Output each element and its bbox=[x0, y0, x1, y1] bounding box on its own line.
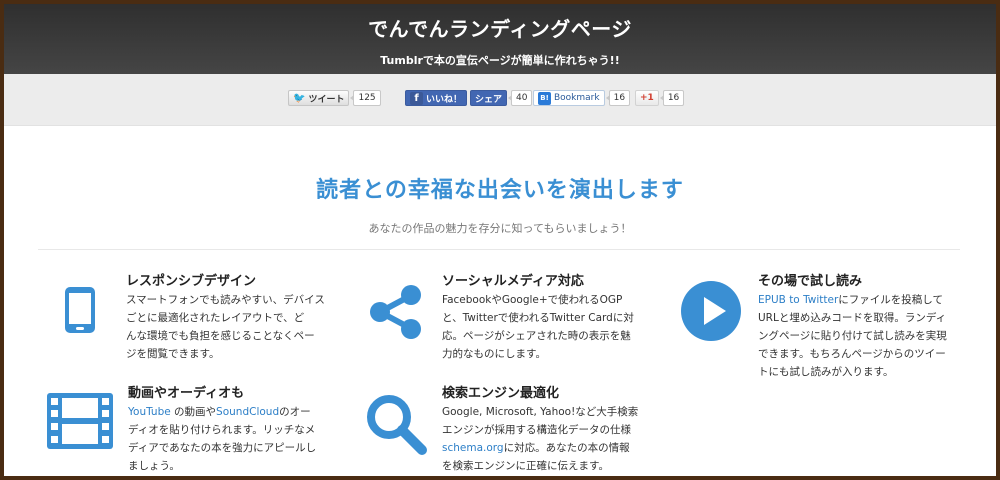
facebook-like-button[interactable]: f いいね！ bbox=[405, 90, 468, 106]
page-subtitle: Tumblrで本の宣伝ページが簡単に作れちゃう!! bbox=[380, 54, 620, 67]
gplus-widget: +1 16 bbox=[635, 90, 685, 106]
facebook-count: 40 bbox=[507, 90, 533, 106]
feature-description: EPUB to Twitterにファイルを投稿して URLと埋め込みコードを取得… bbox=[758, 294, 947, 378]
feature-title: ソーシャルメディア対応 bbox=[442, 274, 584, 289]
play-icon bbox=[681, 281, 741, 341]
gplus-count: 16 bbox=[659, 90, 685, 106]
page-title: でんでんランディングページ bbox=[368, 17, 632, 41]
share-bar: 🐦 ツイート 125 f いいね！ シェア 40 B! Bookmark 16 bbox=[4, 74, 996, 126]
tweet-button[interactable]: 🐦 ツイート bbox=[288, 90, 350, 106]
bookmark-label: Bookmark bbox=[554, 93, 600, 103]
like-label: いいね！ bbox=[426, 94, 463, 105]
gplus-label: +1 bbox=[640, 93, 654, 103]
lead-text: あなたの作品の魅力を存分に知ってもらいましょう！ bbox=[368, 222, 632, 235]
feature-title: 動画やオーディオも bbox=[128, 386, 245, 401]
feature-description: FacebookやGoogle+で使われるOGP と、Twitterで使われるT… bbox=[442, 294, 634, 360]
bookmark-count: 16 bbox=[605, 90, 631, 106]
facebook-widget: f いいね！ シェア 40 bbox=[405, 90, 533, 106]
main-headline: 読者との幸福な出会いを演出します bbox=[316, 178, 684, 203]
tweet-label: ツイート bbox=[308, 94, 345, 105]
feature-description: スマートフォンでも読みやすい、デバイス ごとに最適化されたレイアウトで、ど んな… bbox=[126, 294, 325, 360]
facebook-icon: f bbox=[410, 91, 423, 105]
soundcloud-link[interactable]: SoundCloud bbox=[216, 406, 279, 418]
feature-title: レスポンシブデザイン bbox=[126, 274, 257, 289]
hatena-widget: B! Bookmark 16 bbox=[533, 90, 631, 106]
tweet-widget: 🐦 ツイート 125 bbox=[288, 90, 381, 106]
feature-title: その場で試し読み bbox=[758, 274, 863, 289]
facebook-share-button[interactable]: シェア bbox=[470, 90, 508, 106]
youtube-link[interactable]: YouTube bbox=[128, 406, 171, 418]
feature-title: 検索エンジン最適化 bbox=[442, 386, 560, 401]
tweet-count: 125 bbox=[350, 90, 381, 106]
fb-share-label: シェア bbox=[475, 94, 503, 105]
hatena-b-icon: B! bbox=[538, 91, 551, 105]
feature-description: YouTube の動画やSoundCloudのオー ディオを貼り付けられます。リ… bbox=[128, 406, 317, 472]
film-icon bbox=[47, 393, 113, 449]
share-icon bbox=[370, 285, 421, 339]
hatena-bookmark-button[interactable]: B! Bookmark bbox=[533, 90, 605, 106]
page-frame: でんでんランディングページ Tumblrで本の宣伝ページが簡単に作れちゃう!! … bbox=[4, 4, 996, 476]
epub-to-twitter-link[interactable]: EPUB to Twitter bbox=[758, 294, 838, 306]
smartphone-icon bbox=[65, 287, 95, 333]
gplus-button[interactable]: +1 bbox=[635, 90, 659, 106]
hero-header: でんでんランディングページ Tumblrで本の宣伝ページが簡単に作れちゃう!! bbox=[4, 4, 996, 74]
feature-description: Google, Microsoft, Yahoo!など大手検索 エンジンが採用す… bbox=[442, 406, 639, 472]
search-icon bbox=[367, 395, 427, 455]
divider bbox=[38, 249, 960, 250]
schema-org-link[interactable]: schema.org bbox=[442, 442, 504, 454]
twitter-bird-icon: 🐦 bbox=[293, 92, 306, 104]
